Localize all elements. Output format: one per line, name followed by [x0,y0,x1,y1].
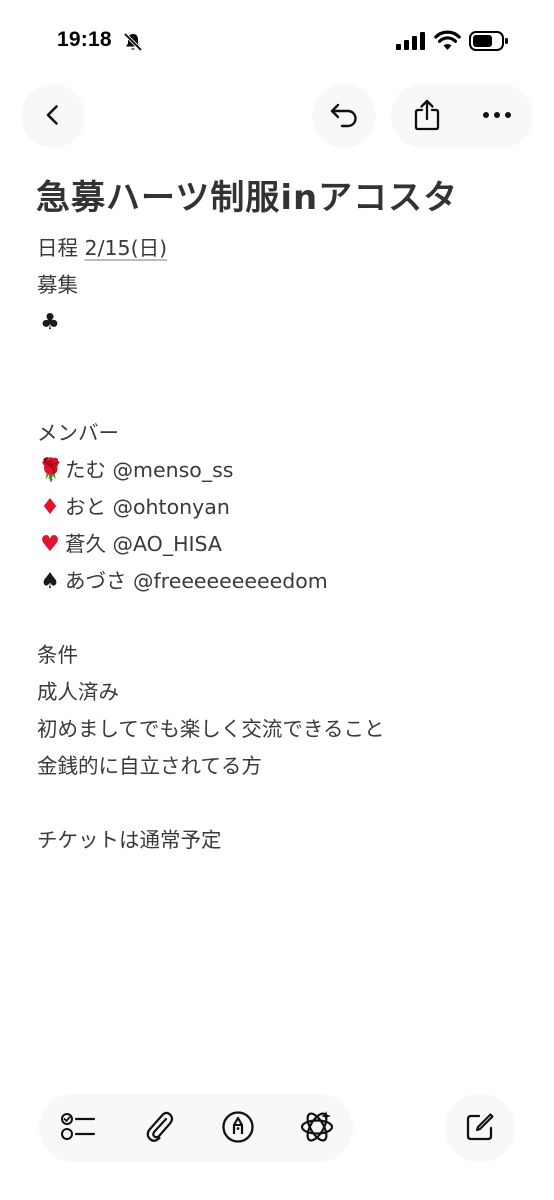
note-title[interactable]: 急募ハーツ制服inアコスタ [36,170,458,219]
date-line: 日程 2/15(日) [37,230,527,267]
undo-icon [330,103,357,128]
ticket-note: チケットは通常予定 [37,828,222,852]
note-body[interactable]: 日程 2/15(日) 募集 ♣ メンバー 🌹たむ @menso_ss ♦ おと @… [37,230,527,859]
note-actions-group [392,84,532,146]
undo-button[interactable] [313,84,375,146]
member-row: 🌹たむ @menso_ss [37,452,527,489]
member-text: あづさ @freeeeeeeeedom [65,569,328,593]
markup-button[interactable] [207,1094,269,1160]
checklist-icon [61,1113,96,1140]
condition-item: 初めましてでも楽しく交流できること [37,717,385,741]
date-label: 日程 [37,236,85,260]
checklist-button[interactable] [48,1094,110,1160]
member-text: おと @ohtonyan [65,495,230,519]
battery-icon [469,31,508,51]
share-icon [414,99,440,131]
ellipsis-icon [483,112,511,118]
diamond-icon: ♦ [40,495,60,520]
bell-slash-icon [123,32,143,52]
condition-item: 成人済み [37,680,119,704]
cellular-signal-icon [396,32,425,50]
condition-item: 金銭的に自立されてる方 [37,754,262,778]
share-button[interactable] [392,84,462,146]
bottom-toolbar [40,1094,352,1160]
members-label: メンバー [37,421,119,445]
attachment-button[interactable] [129,1094,191,1160]
member-row: ♥ 蒼久 @AO_HISA [37,526,527,563]
markup-pen-icon [222,1111,254,1143]
apple-intelligence-icon [300,1111,334,1142]
conditions-label: 条件 [37,643,78,667]
more-button[interactable] [462,84,532,146]
member-text: たむ @menso_ss [65,458,234,482]
spade-icon: ♠ [40,569,60,594]
member-row: ♠ あづさ @freeeeeeeeedom [37,563,527,600]
member-row: ♦ おと @ohtonyan [37,489,527,526]
paperclip-icon [146,1111,174,1142]
compose-button[interactable] [446,1094,514,1160]
heart-icon: ♥ [40,532,60,557]
wifi-icon [434,30,461,50]
date-link[interactable]: 2/15(日) [85,236,168,260]
recruit-suit-line: ♣ [37,304,527,341]
back-button[interactable] [22,84,84,146]
member-text: 蒼久 @AO_HISA [65,532,222,556]
recruit-label: 募集 [37,273,78,297]
compose-icon [466,1113,494,1141]
club-icon: ♣ [40,310,60,335]
writing-tools-button[interactable] [286,1094,348,1160]
rose-icon: 🌹 [37,458,65,483]
status-time: 19:18 [57,28,112,51]
chevron-left-icon [46,105,58,125]
